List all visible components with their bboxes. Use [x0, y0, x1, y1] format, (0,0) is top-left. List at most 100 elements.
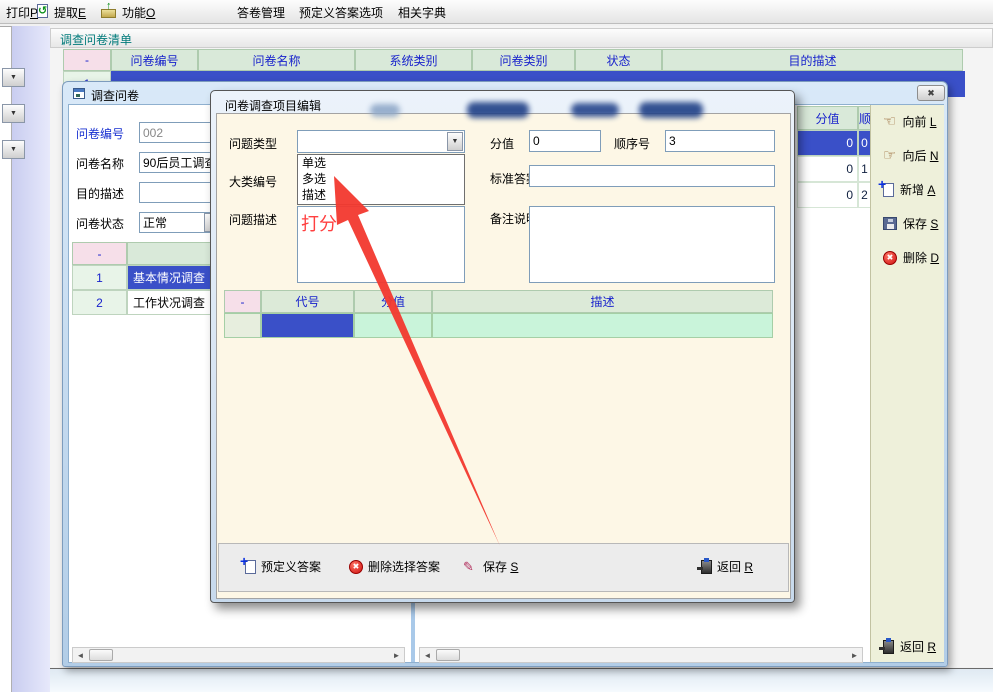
right-table-cell[interactable]: 0: [797, 156, 858, 182]
question-type-dropdown-icon[interactable]: [447, 132, 463, 151]
answers-row-score-cell[interactable]: [354, 313, 432, 338]
order-label: 顺序号: [614, 135, 650, 152]
left-table-header-dash: -: [72, 242, 127, 265]
add-label: 新增 A: [900, 181, 935, 198]
predefined-answers-button[interactable]: 预定义答案: [245, 558, 321, 575]
survey-status-label: 问卷状态: [76, 215, 124, 232]
rail-dropdown-button-3[interactable]: [2, 140, 25, 159]
delete-label: 删除 D: [903, 249, 939, 266]
left-pane-scrollbar[interactable]: [72, 647, 405, 663]
scroll-right-icon[interactable]: [389, 649, 404, 661]
column-header-survey-category: 问卷类别: [472, 49, 575, 71]
extract-button[interactable]: 提取E: [54, 4, 86, 21]
scroll-left-icon[interactable]: [420, 649, 435, 661]
window-icon: [73, 88, 85, 99]
close-icon[interactable]: ✖: [917, 85, 945, 101]
answers-header-score: 分值: [354, 290, 432, 313]
next-button[interactable]: 向后 N: [883, 147, 938, 164]
item-edit-dialog: 问卷调查项目编辑 问题类型 单选 多选 描述 大类编号 问题描述 打分 分值 0…: [210, 90, 795, 603]
survey-purpose-label: 目的描述: [76, 185, 124, 202]
window-title: 调查问卷: [91, 87, 139, 104]
list-panel-title: 调查问卷清单: [60, 31, 132, 48]
column-header-dash: -: [63, 49, 111, 71]
score-field[interactable]: 0: [529, 130, 601, 152]
toolbar: 打印P 提取E 功能O 答卷管理 预定义答案选项 相关字典: [0, 0, 993, 24]
right-pane-scrollbar[interactable]: [419, 647, 863, 663]
return-button[interactable]: 返回 R: [883, 638, 936, 655]
menu-predefined-answer-options[interactable]: 预定义答案选项: [299, 4, 383, 21]
survey-code-field[interactable]: 002: [139, 122, 221, 143]
left-rail: [0, 26, 12, 692]
side-panel: 向前 L 向后 N 新增 A 保存 S 删除 D: [870, 105, 944, 662]
extract-key: E: [78, 6, 86, 20]
delete-selected-answer-button[interactable]: 删除选择答案: [349, 558, 440, 575]
exit-door-icon: [883, 640, 894, 654]
dropdown-option[interactable]: 单选: [298, 155, 464, 171]
scrollbar-thumb[interactable]: [436, 649, 460, 661]
score-label: 分值: [490, 135, 514, 152]
answers-row-desc-cell[interactable]: [432, 313, 773, 338]
answers-row-marker-cell[interactable]: [224, 313, 261, 338]
censor-blob: [467, 102, 529, 118]
right-table-cell[interactable]: 0: [797, 182, 858, 208]
function-button[interactable]: 功能O: [122, 4, 155, 21]
dropdown-option[interactable]: 多选: [298, 171, 464, 187]
answers-row-code-cell[interactable]: [261, 313, 354, 338]
delete-button[interactable]: 删除 D: [883, 249, 939, 266]
save-button[interactable]: 保存 S: [883, 215, 938, 232]
left-table-row-index[interactable]: 1: [72, 265, 127, 290]
note-textarea[interactable]: [529, 206, 775, 283]
column-header-system-category: 系统类别: [355, 49, 472, 71]
question-type-combobox[interactable]: [297, 130, 465, 153]
add-button[interactable]: 新增 A: [883, 181, 935, 198]
status-strip: [50, 668, 993, 692]
scroll-right-icon[interactable]: [847, 649, 862, 661]
survey-code-label: 问卷编号: [76, 125, 124, 142]
survey-name-label: 问卷名称: [76, 155, 124, 172]
answers-header-code: 代号: [261, 290, 354, 313]
dialog-body: 问题类型 单选 多选 描述 大类编号 问题描述 打分 分值 0 顺序号 3 标准…: [216, 113, 791, 599]
pen-save-icon: [463, 560, 478, 574]
censor-blob: [639, 102, 703, 118]
column-header-survey-name: 问卷名称: [198, 49, 355, 71]
left-table-row-index[interactable]: 2: [72, 290, 127, 315]
function-label: 功能: [122, 6, 146, 20]
right-table-cell[interactable]: 0: [797, 130, 858, 156]
annotation-dafen: 打分: [301, 210, 337, 236]
dialog-save-label: 保存 S: [483, 558, 518, 575]
save-label: 保存 S: [903, 215, 938, 232]
delete-selected-answer-label: 删除选择答案: [368, 558, 440, 575]
category-code-label: 大类编号: [229, 173, 277, 190]
menu-answer-management[interactable]: 答卷管理: [237, 4, 285, 21]
floppy-disk-icon: [883, 217, 897, 230]
rail-dropdown-button-2[interactable]: [2, 104, 25, 123]
dialog-return-button[interactable]: 返回 R: [701, 558, 753, 575]
function-key: O: [146, 6, 155, 20]
question-type-label: 问题类型: [229, 135, 277, 152]
predefined-answers-label: 预定义答案: [261, 558, 321, 575]
menu-related-dictionary[interactable]: 相关字典: [398, 4, 446, 21]
extract-label: 提取: [54, 6, 78, 20]
next-label: 向后 N: [902, 147, 938, 164]
order-field[interactable]: 3: [665, 130, 775, 152]
rail-dropdown-button-1[interactable]: [2, 68, 25, 87]
column-header-purpose: 目的描述: [662, 49, 963, 71]
scroll-left-icon[interactable]: [73, 649, 88, 661]
dropdown-option[interactable]: 描述: [298, 187, 464, 203]
scrollbar-thumb[interactable]: [89, 649, 113, 661]
column-header-survey-code: 问卷编号: [111, 49, 198, 71]
hand-right-icon: [883, 148, 896, 163]
print-label: 打印: [6, 6, 30, 20]
previous-button[interactable]: 向前 L: [883, 113, 937, 130]
survey-name-field[interactable]: 90后员工调查报: [139, 152, 221, 173]
exit-door-icon: [701, 560, 712, 574]
standard-answer-field[interactable]: [529, 165, 775, 187]
new-document-icon: [883, 183, 894, 197]
question-desc-label: 问题描述: [229, 211, 277, 228]
dialog-save-button[interactable]: 保存 S: [463, 558, 518, 575]
dialog-title: 问卷调查项目编辑: [225, 97, 321, 114]
survey-purpose-field[interactable]: [139, 182, 221, 203]
print-button[interactable]: 打印P: [6, 4, 38, 21]
answers-header-desc: 描述: [432, 290, 773, 313]
column-header-status: 状态: [575, 49, 662, 71]
